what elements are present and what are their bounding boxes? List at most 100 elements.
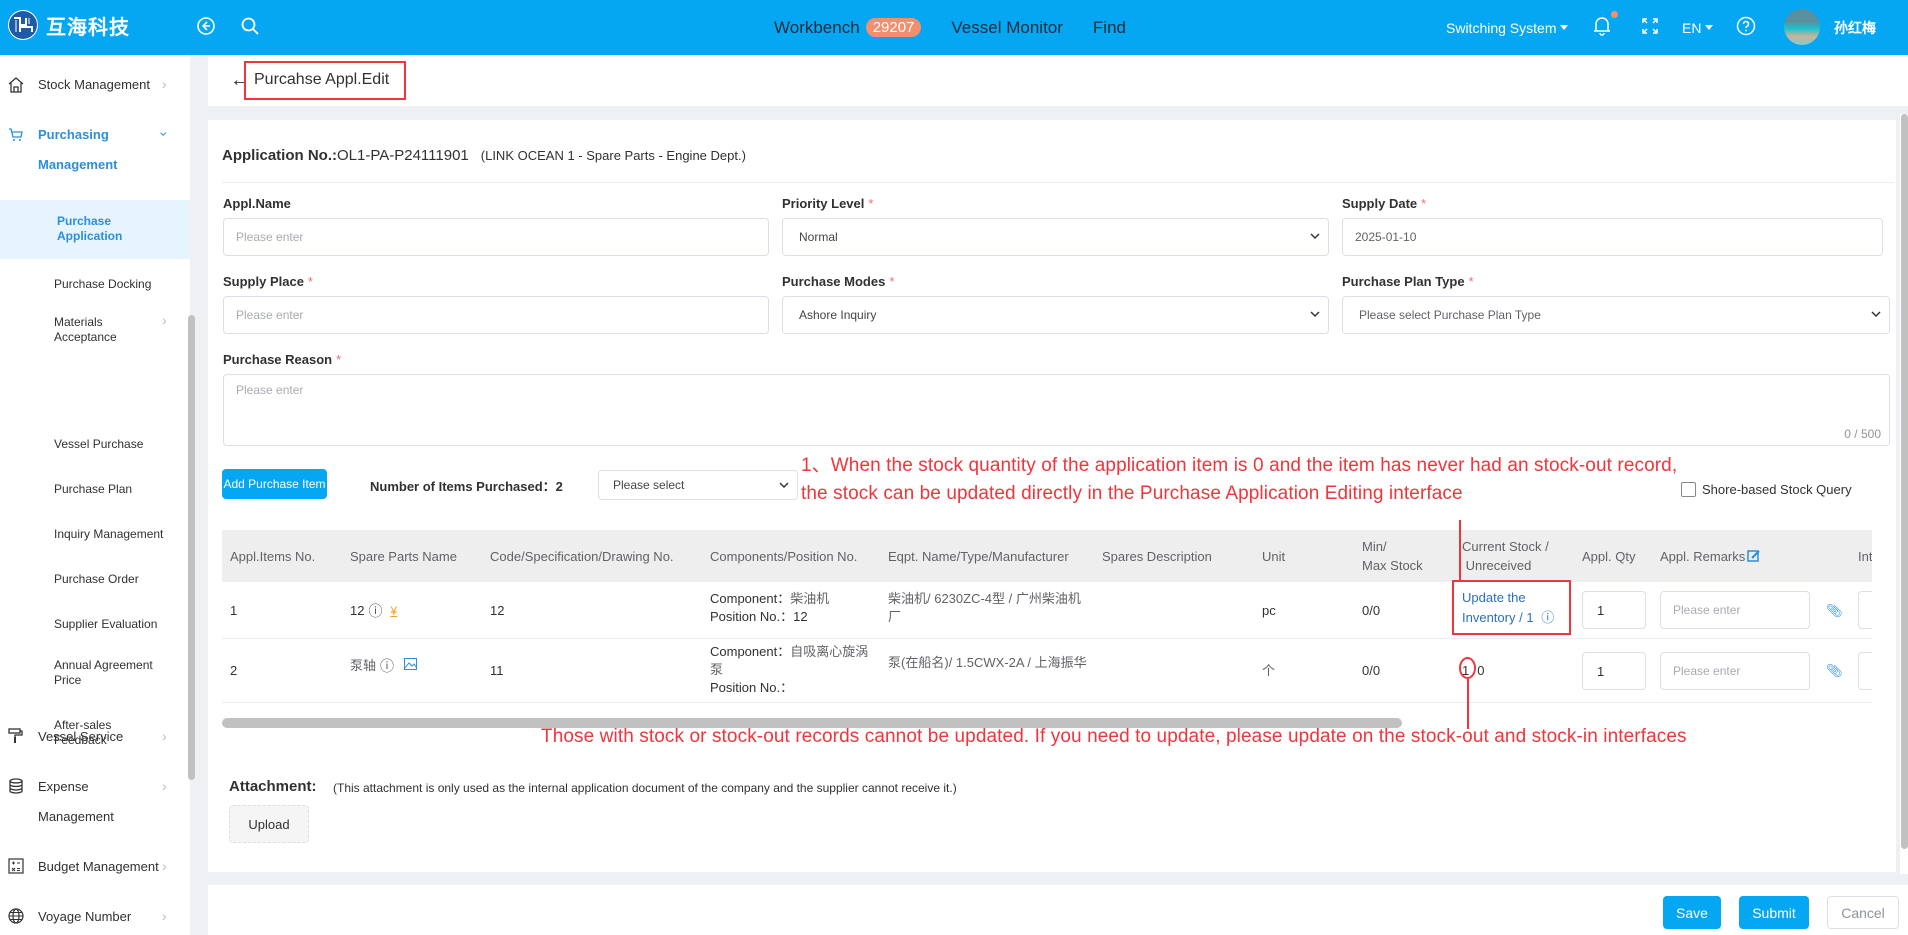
annotation-top-line2: the stock can be updated directly in the… xyxy=(801,483,1463,504)
chevron-down-icon xyxy=(1310,311,1320,318)
sub-label: Purchase Order xyxy=(54,572,139,586)
purchase-reason-label: Purchase Reason * xyxy=(223,352,342,367)
help-icon[interactable] xyxy=(1734,14,1758,38)
bell-icon[interactable] xyxy=(1590,11,1618,38)
notification-dot xyxy=(1611,11,1618,18)
sidebar-subitem-materials-acceptance[interactable]: Materials Acceptance › xyxy=(0,310,190,350)
application-no-label: Application No.: xyxy=(222,147,337,164)
cell-unit: pc xyxy=(1262,602,1276,618)
col-unit: Unit xyxy=(1262,548,1286,564)
checkbox-box[interactable] xyxy=(1681,482,1696,497)
sidebar-item-stock-management[interactable]: Stock Management › xyxy=(0,70,190,100)
nav-workbench[interactable]: Workbench 29207 xyxy=(774,18,922,38)
purchase-modes-select[interactable]: Ashore Inquiry xyxy=(782,296,1329,334)
sidebar-subitem-vessel-purchase[interactable]: Vessel Purchase xyxy=(0,430,190,460)
attachment-clip-icon[interactable]: 📎︎ xyxy=(1826,582,1843,639)
language-dropdown[interactable]: EN xyxy=(1682,0,1714,55)
search-icon[interactable] xyxy=(238,14,262,38)
cancel-button[interactable]: Cancel xyxy=(1827,896,1899,929)
save-button[interactable]: Save xyxy=(1663,896,1721,929)
appl-remarks-input[interactable]: Please enter xyxy=(1660,652,1810,690)
int-input[interactable] xyxy=(1858,652,1872,690)
sub-label-line2: Price xyxy=(54,673,82,687)
annotation-circle-stock xyxy=(1459,657,1476,679)
attachment-note: (This attachment is only used as the int… xyxy=(333,781,957,795)
logo[interactable]: 互海科技 xyxy=(8,10,130,40)
sidebar-item-voyage-number[interactable]: Voyage Number › xyxy=(0,902,190,932)
avatar[interactable] xyxy=(1784,9,1820,45)
sidebar-subitem-purchase-order[interactable]: Purchase Order xyxy=(0,565,190,595)
sidebar-subitem-inquiry-management[interactable]: Inquiry Management xyxy=(0,520,190,550)
sub-label-line2: Acceptance xyxy=(54,330,117,344)
appl-qty-input[interactable]: 1 xyxy=(1582,591,1646,629)
purchase-reason-textarea[interactable]: Please enter 0 / 500 xyxy=(223,374,1890,446)
nav-find[interactable]: Find xyxy=(1093,18,1126,38)
attachment-clip-icon[interactable]: 📎︎ xyxy=(1826,639,1843,703)
col-eqpt-name: Eqpt. Name/Type/Manufacturer xyxy=(888,548,1069,564)
chevron-right-icon: › xyxy=(162,858,167,874)
items-purchased-count: Number of Items Purchased：2 xyxy=(370,479,563,494)
purchase-plan-type-label: Purchase Plan Type * xyxy=(1342,274,1474,289)
cart-icon xyxy=(8,127,24,143)
appl-name-input[interactable]: Please enter xyxy=(223,218,769,256)
cell-unit: 个 xyxy=(1262,663,1276,678)
footer-actions: Save Submit Cancel xyxy=(208,885,1908,935)
col-appl-items-no: Appl.Items No. xyxy=(230,548,316,564)
supply-place-input[interactable]: Please enter xyxy=(223,296,769,334)
image-icon[interactable] xyxy=(404,657,418,675)
cell-no: 2 xyxy=(230,663,238,678)
sidebar-item-budget-management[interactable]: Budget Management › xyxy=(0,852,190,882)
supply-date-label: Supply Date * xyxy=(1342,196,1427,211)
sidebar-subitem-supplier-evaluation[interactable]: Supplier Evaluation xyxy=(0,610,190,640)
int-input[interactable] xyxy=(1858,591,1872,629)
switching-system-dropdown[interactable]: Switching System xyxy=(1446,0,1569,55)
logo-icon xyxy=(8,10,38,40)
annotation-top-line1: 1、When the stock quantity of the applica… xyxy=(801,455,1678,476)
info-icon[interactable]: ⓘ xyxy=(380,657,394,675)
sidebar-subitem-annual-agreement-price[interactable]: Annual Agreement Price xyxy=(0,653,190,693)
supply-place-label: Supply Place * xyxy=(223,274,313,289)
sidebar: Stock Management › Purchasing Management… xyxy=(0,55,198,935)
sidebar-item-label: Voyage Number xyxy=(38,909,132,924)
submit-button[interactable]: Submit xyxy=(1739,896,1809,929)
sidebar-subitem-purchase-application[interactable]: Purchase Application xyxy=(0,200,190,259)
add-purchase-item-button[interactable]: Add Purchase Item xyxy=(222,469,327,499)
sidebar-scrollbar[interactable] xyxy=(188,315,195,780)
application-no-value: OL1-PA-P24111901 xyxy=(337,147,469,164)
sidebar-item-expense-management[interactable]: Expense Management › xyxy=(0,772,190,832)
main-scrollbar[interactable] xyxy=(1901,114,1908,849)
workbench-count-badge: 29207 xyxy=(865,18,922,37)
appl-remarks-input[interactable]: Please enter xyxy=(1660,591,1810,629)
back-circle-icon[interactable] xyxy=(194,14,218,38)
sidebar-item-label-line2: Management xyxy=(38,809,114,824)
price-tag-icon[interactable]: ¥ xyxy=(390,602,397,620)
appl-qty-input[interactable]: 1 xyxy=(1582,652,1646,690)
sidebar-item-vessel-service[interactable]: Vessel Service › xyxy=(0,722,190,752)
edit-icon[interactable] xyxy=(1747,549,1761,563)
sidebar-subitem-purchase-docking[interactable]: Purchase Docking xyxy=(0,270,190,300)
cell-eqpt: 柴油机/ 6230ZC-4型 / 广州柴油机厂 xyxy=(888,591,1081,624)
info-icon[interactable]: ⓘ xyxy=(368,602,382,620)
annotation-box-title xyxy=(244,61,406,100)
shore-stock-query-checkbox[interactable]: Shore-based Stock Query xyxy=(1681,482,1852,497)
items-filter-select[interactable]: Please select xyxy=(598,470,798,500)
chevron-right-icon: › xyxy=(162,76,167,92)
annotation-arrow-up xyxy=(1459,520,1461,580)
upload-button[interactable]: Upload xyxy=(229,805,309,843)
user-name[interactable]: 孙红梅 xyxy=(1834,0,1876,55)
sidebar-item-purchasing-management[interactable]: Purchasing Management › xyxy=(0,120,190,180)
col-spare-parts-name: Spare Parts Name xyxy=(350,548,457,564)
nav-vessel-monitor[interactable]: Vessel Monitor xyxy=(951,18,1063,38)
cell-eqpt: 泵(在船名)/ 1.5CWX-2A / 上海振华 xyxy=(888,655,1087,670)
chevron-down-icon xyxy=(1871,311,1881,318)
fullscreen-icon[interactable] xyxy=(1638,14,1662,38)
priority-level-select[interactable]: Normal xyxy=(782,218,1329,256)
cell-component: Component：柴油机 Position No.：12 xyxy=(710,591,830,624)
supply-date-input[interactable]: 2025-01-10 xyxy=(1342,218,1883,256)
col-components-position: Components/Position No. xyxy=(710,548,858,564)
sidebar-subitem-purchase-plan[interactable]: Purchase Plan xyxy=(0,475,190,505)
brand-name: 互海科技 xyxy=(46,16,130,39)
purchase-plan-type-select[interactable]: Please select Purchase Plan Type xyxy=(1342,296,1890,334)
cell-spare-name: 泵轴 ⓘ xyxy=(350,639,418,693)
database-icon xyxy=(8,778,24,794)
